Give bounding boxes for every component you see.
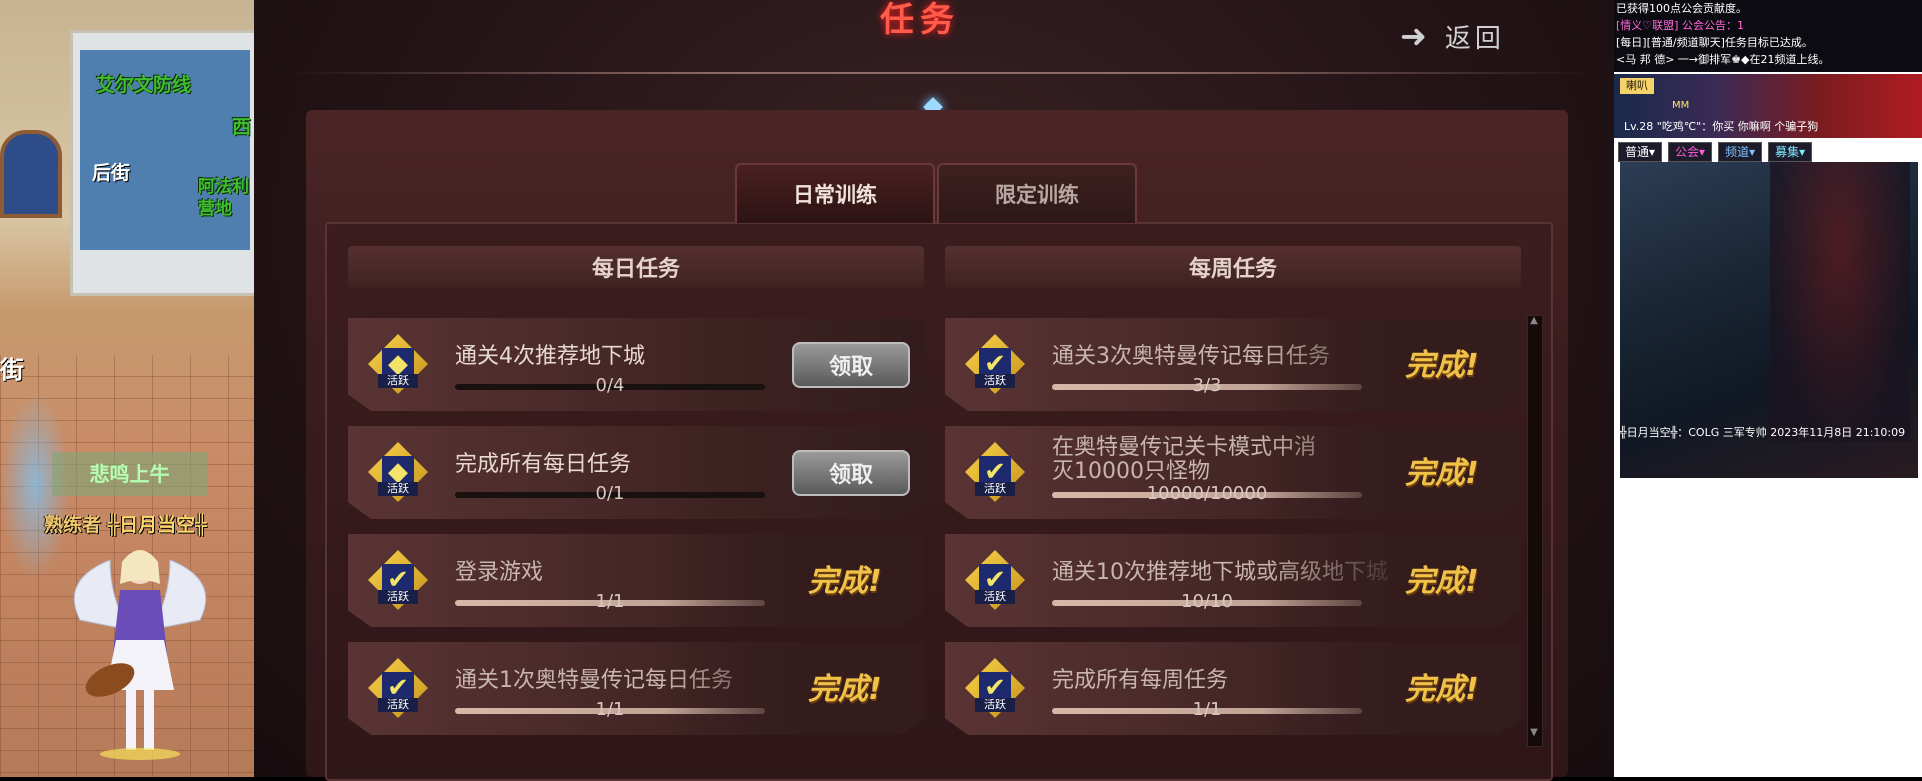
game-scene[interactable]: 艾尔文防线 后街 阿法利营地 西 街 悲鸣上牛 熟练者 ╬日月当空╬ [0, 0, 254, 777]
arrow-left-icon: ➜ [1400, 17, 1427, 55]
chat-tabs: 普通▾ 公会▾ 频道▾ 募集▾ [1618, 142, 1918, 162]
chat-tab-normal[interactable]: 普通▾ [1618, 142, 1663, 162]
map-label: 阿法利营地 [198, 177, 249, 219]
weekly-scrollbar[interactable] [1527, 315, 1543, 747]
weekly-quest-row: ✔ 活跃 在奥特曼传记关卡模式中消灭10000只怪物 10000/10000 完成! [945, 426, 1521, 519]
quest-progress-text: 0/4 [595, 375, 625, 396]
quest-name: 通关4次推荐地下城 [455, 344, 645, 369]
map-label: 后街 [92, 162, 131, 184]
daily-quest-row: ◆ 活跃 通关4次推荐地下城 0/4 领取 [348, 318, 924, 411]
header-divider [290, 72, 1590, 74]
check-icon: ✔ 活跃 [965, 658, 1025, 718]
active-tag: 活跃 [975, 374, 1015, 388]
active-tag: 活跃 [378, 698, 418, 712]
tab-daily-training[interactable]: 日常训练 [735, 163, 935, 223]
horn-message: Lv.28 "吃鸡℃"：你买 你嘛啊 个骗子狗 [1624, 120, 1819, 133]
active-tag: 活跃 [378, 374, 418, 388]
complete-label: 完成! [808, 672, 882, 707]
active-tag: 活跃 [975, 590, 1015, 604]
complete-label: 完成! [1405, 564, 1479, 599]
active-tag: 活跃 [378, 590, 418, 604]
dungeon-ticket-icon: ◆ 活跃 [368, 334, 428, 394]
page-title: 任务 [880, 0, 960, 40]
chat-tab-guild[interactable]: 公会▾ [1668, 142, 1713, 162]
chat-line: [每日][普通/频道聊天]任务目标已达成。 [1616, 36, 1813, 49]
complete-label: 完成! [1405, 456, 1479, 491]
active-tag: 活跃 [975, 482, 1015, 496]
chat-tab-channel[interactable]: 频道▾ [1718, 142, 1763, 162]
active-tag: 活跃 [975, 698, 1015, 712]
character-label: ╬日月当空╬ [107, 514, 207, 536]
chat-tab-recruit[interactable]: 募集▾ [1768, 142, 1813, 162]
complete-label: 完成! [1405, 348, 1479, 383]
weekly-quest-row: ✔ 活跃 通关3次奥特曼传记每日任务 3/3 完成! [945, 318, 1521, 411]
weekly-quests-header: 每周任务 [945, 246, 1521, 288]
map-label: 西 [232, 116, 252, 138]
map-label: 街 [0, 356, 24, 384]
character-title: 熟练者 [44, 514, 102, 536]
chat-line: <马 邦 德> 一→御排军♚◆在21频道上线。 [1616, 53, 1830, 66]
check-icon: ✔ 活跃 [965, 334, 1025, 394]
chat-line: [情义♡联盟] 公会公告：1 [1616, 19, 1744, 32]
back-label: 返回 [1444, 23, 1505, 54]
weekly-quest-row: ✔ 活跃 完成所有每周任务 1/1 完成! [945, 642, 1521, 735]
claim-button[interactable]: 领取 [792, 450, 910, 496]
chat-log[interactable]: 已获得100点公会贡献度。 [情义♡联盟] 公会公告：1 [每日][普通/频道聊… [1614, 0, 1922, 72]
active-tag: 活跃 [378, 482, 418, 496]
claim-button[interactable]: 领取 [792, 342, 910, 388]
tab-limited-training[interactable]: 限定训练 [937, 163, 1137, 223]
quest-name: 完成所有每周任务 [1052, 668, 1229, 693]
horn-label: 喇叭 [1620, 78, 1654, 94]
board-sign: 悲鸣上牛 [52, 452, 207, 496]
character-name[interactable]: 熟练者 ╬日月当空╬ [44, 510, 207, 537]
check-icon: ✔ 活跃 [965, 442, 1025, 502]
check-icon: ✔ 活跃 [965, 550, 1025, 610]
complete-label: 完成! [808, 564, 882, 599]
complete-label: 完成! [1405, 672, 1479, 707]
horn-text: MM [1672, 100, 1690, 111]
check-icon: ✔ 活跃 [368, 658, 428, 718]
quest-name: 完成所有每日任务 [455, 452, 632, 477]
scroll-down-icon[interactable]: ▼ [1527, 727, 1541, 745]
back-button[interactable]: ➜ 返回 [1400, 16, 1505, 56]
weekly-quest-row: ✔ 活跃 通关10次推荐地下城或高级地下城 10/10 完成! [945, 534, 1521, 627]
daily-quest-row: ✔ 活跃 登录游戏 1/1 完成! [348, 534, 924, 627]
chat-line: 已获得100点公会贡献度。 [1616, 2, 1747, 15]
map-label: 艾尔文防线 [96, 74, 192, 96]
quest-progress-text: 0/1 [595, 483, 625, 504]
gem-box-icon: ◆ 活跃 [368, 442, 428, 502]
check-icon: ✔ 活跃 [368, 550, 428, 610]
quest-name: 登录游戏 [455, 560, 544, 585]
scroll-up-icon[interactable]: ▲ [1527, 315, 1541, 333]
daily-quest-row: ✔ 活跃 通关1次奥特曼传记每日任务 1/1 完成! [348, 642, 924, 735]
chat-footer: ╬日月当空╬：COLG 三军专帅 2023年11月8日 21:10:09 [1620, 426, 1906, 439]
daily-quest-row: ◆ 活跃 完成所有每日任务 0/1 领取 [348, 426, 924, 519]
daily-quests-header: 每日任务 [348, 246, 924, 288]
character-avatar[interactable] [70, 540, 210, 760]
window [0, 130, 62, 218]
